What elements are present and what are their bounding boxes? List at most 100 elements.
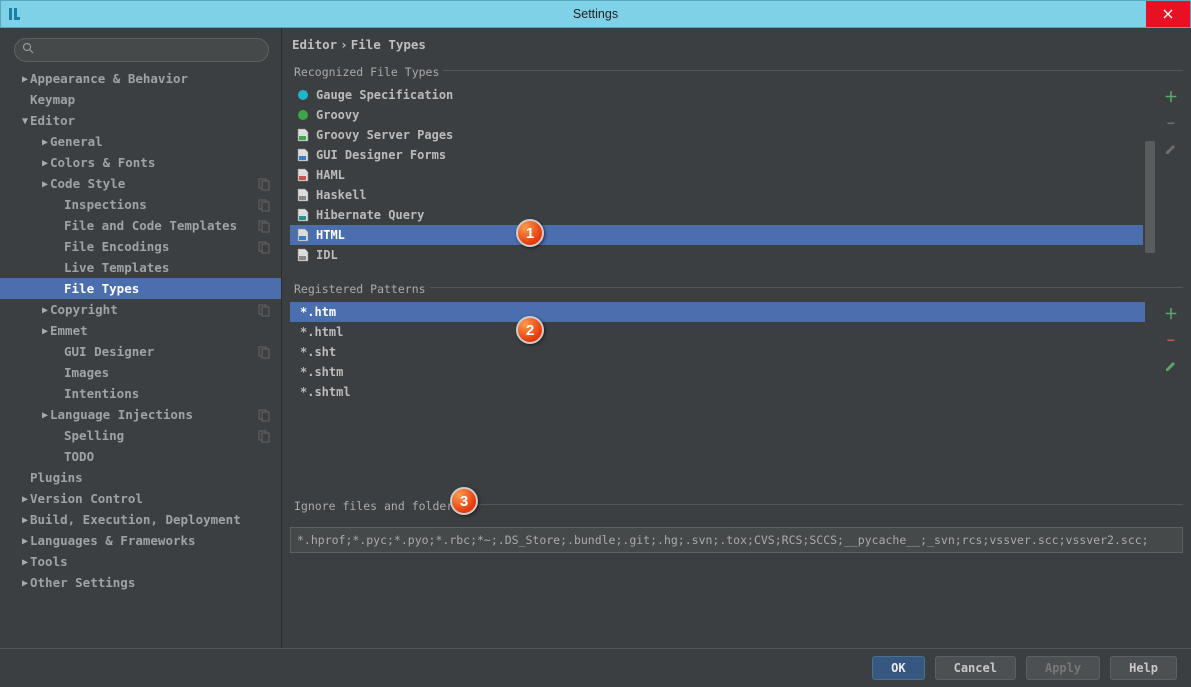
sidebar-item-other-settings[interactable]: Other Settings <box>0 572 281 593</box>
tree-arrow-icon <box>40 174 50 195</box>
sidebar-item-version-control[interactable]: Version Control <box>0 488 281 509</box>
sidebar-item-editor[interactable]: Editor <box>0 110 281 131</box>
edit-pattern-button[interactable] <box>1163 358 1179 374</box>
file-type-row[interactable]: Groovy Server Pages <box>290 125 1143 145</box>
add-pattern-button[interactable]: ＋ <box>1163 306 1179 322</box>
close-button[interactable] <box>1146 1 1190 27</box>
search-input[interactable] <box>14 38 269 62</box>
sidebar-item-label: Appearance & Behavior <box>30 71 188 86</box>
pattern-row[interactable]: *.shtm <box>290 362 1145 382</box>
sidebar-item-label: Inspections <box>64 197 147 212</box>
file-type-label: GUI Designer Forms <box>316 145 446 165</box>
tree-arrow-icon <box>20 531 30 552</box>
sidebar-item-label: Spelling <box>64 428 124 443</box>
sidebar-item-images[interactable]: Images <box>0 362 281 383</box>
sidebar-item-keymap[interactable]: Keymap <box>0 89 281 110</box>
breadcrumb-leaf: File Types <box>351 37 426 52</box>
remove-pattern-button[interactable]: − <box>1163 332 1179 348</box>
file-teal-icon <box>296 208 310 222</box>
file-type-label: IDL <box>316 245 338 265</box>
file-type-row[interactable]: Groovy <box>290 105 1143 125</box>
tree-arrow-icon <box>40 300 50 321</box>
pattern-row[interactable]: *.shtml <box>290 382 1145 402</box>
sidebar-item-label: Colors & Fonts <box>50 155 155 170</box>
file-type-row[interactable]: Haskell <box>290 185 1143 205</box>
circle-green-icon <box>296 108 310 122</box>
app-logo-icon <box>7 5 27 23</box>
sidebar-item-tools[interactable]: Tools <box>0 551 281 572</box>
help-button[interactable]: Help <box>1110 656 1177 680</box>
file-type-row[interactable]: HTML <box>290 225 1143 245</box>
apply-button[interactable]: Apply <box>1026 656 1100 680</box>
sidebar-item-label: Intentions <box>64 386 139 401</box>
titlebar: Settings <box>0 0 1191 28</box>
cancel-button[interactable]: Cancel <box>935 656 1016 680</box>
sidebar-item-live-templates[interactable]: Live Templates <box>0 257 281 278</box>
file-type-label: HTML <box>316 225 345 245</box>
edit-file-type-button[interactable] <box>1163 141 1179 157</box>
project-scheme-icon <box>257 428 271 442</box>
file-types-scrollbar[interactable] <box>1143 85 1157 275</box>
sidebar-item-build-execution-deployment[interactable]: Build, Execution, Deployment <box>0 509 281 530</box>
file-type-row[interactable]: HAML <box>290 165 1143 185</box>
file-type-row[interactable]: Gauge Specification <box>290 85 1143 105</box>
pattern-row[interactable]: *.htm <box>290 302 1145 322</box>
search-icon <box>22 42 34 57</box>
sidebar-item-gui-designer[interactable]: GUI Designer <box>0 341 281 362</box>
ignore-input[interactable] <box>290 527 1183 553</box>
sidebar-item-file-types[interactable]: File Types <box>0 278 281 299</box>
file-type-row[interactable]: GUI Designer Forms <box>290 145 1143 165</box>
remove-file-type-button[interactable]: − <box>1163 115 1179 131</box>
sidebar-item-general[interactable]: General <box>0 131 281 152</box>
registered-label: Registered Patterns <box>290 282 430 296</box>
ok-button[interactable]: OK <box>872 656 924 680</box>
pattern-row[interactable]: *.sht <box>290 342 1145 362</box>
sidebar-item-spelling[interactable]: Spelling <box>0 425 281 446</box>
file-types-list[interactable]: Gauge SpecificationGroovyGroovy Server P… <box>290 85 1143 275</box>
sidebar-item-intentions[interactable]: Intentions <box>0 383 281 404</box>
sidebar-item-colors-fonts[interactable]: Colors & Fonts <box>0 152 281 173</box>
sidebar-item-copyright[interactable]: Copyright <box>0 299 281 320</box>
sidebar-item-file-and-code-templates[interactable]: File and Code Templates <box>0 215 281 236</box>
settings-sidebar: Appearance & Behavior KeymapEditorGeneral… <box>0 28 282 648</box>
sidebar-item-appearance-behavior[interactable]: Appearance & Behavior <box>0 68 281 89</box>
sidebar-item-label: File and Code Templates <box>64 218 237 233</box>
pattern-label: *.shtml <box>300 382 351 402</box>
sidebar-item-language-injections[interactable]: Language Injections <box>0 404 281 425</box>
project-scheme-icon <box>257 218 271 232</box>
sidebar-item-label: Version Control <box>30 491 143 506</box>
add-file-type-button[interactable]: ＋ <box>1163 89 1179 105</box>
patterns-tools: ＋ − <box>1159 302 1183 492</box>
pattern-label: *.sht <box>300 342 336 362</box>
pattern-label: *.htm <box>300 302 336 322</box>
breadcrumb-root: Editor <box>292 37 337 52</box>
file-red-icon <box>296 168 310 182</box>
patterns-container: *.htm*.html*.sht*.shtm*.shtml ＋ − 2 <box>290 302 1183 492</box>
file-type-row[interactable]: Hibernate Query <box>290 205 1143 225</box>
circle-cyan-icon <box>296 88 310 102</box>
tree-arrow-icon <box>40 153 50 174</box>
sidebar-item-label: Build, Execution, Deployment <box>30 512 241 527</box>
file-type-label: Groovy Server Pages <box>316 125 453 145</box>
sidebar-item-todo[interactable]: TODO <box>0 446 281 467</box>
file-type-label: Groovy <box>316 105 359 125</box>
settings-tree[interactable]: Appearance & Behavior KeymapEditorGeneral… <box>0 68 281 648</box>
file-type-row[interactable]: IDL <box>290 245 1143 265</box>
sidebar-item-languages-frameworks[interactable]: Languages & Frameworks <box>0 530 281 551</box>
button-bar: OK Cancel Apply Help <box>0 648 1191 686</box>
sidebar-item-emmet[interactable]: Emmet <box>0 320 281 341</box>
sidebar-item-label: File Encodings <box>64 239 169 254</box>
sidebar-item-label: Images <box>64 365 109 380</box>
file-type-label: HAML <box>316 165 345 185</box>
patterns-list[interactable]: *.htm*.html*.sht*.shtm*.shtml <box>290 302 1145 492</box>
sidebar-item-plugins[interactable]: Plugins <box>0 467 281 488</box>
ignore-section: Ignore files and folders 3 <box>290 504 1183 523</box>
sidebar-item-inspections[interactable]: Inspections <box>0 194 281 215</box>
pattern-row[interactable]: *.html <box>290 322 1145 342</box>
sidebar-item-file-encodings[interactable]: File Encodings <box>0 236 281 257</box>
scroll-thumb[interactable] <box>1145 141 1155 253</box>
pattern-label: *.shtm <box>300 362 343 382</box>
tree-arrow-icon <box>20 489 30 510</box>
sidebar-item-label: Other Settings <box>30 575 135 590</box>
sidebar-item-code-style[interactable]: Code Style <box>0 173 281 194</box>
